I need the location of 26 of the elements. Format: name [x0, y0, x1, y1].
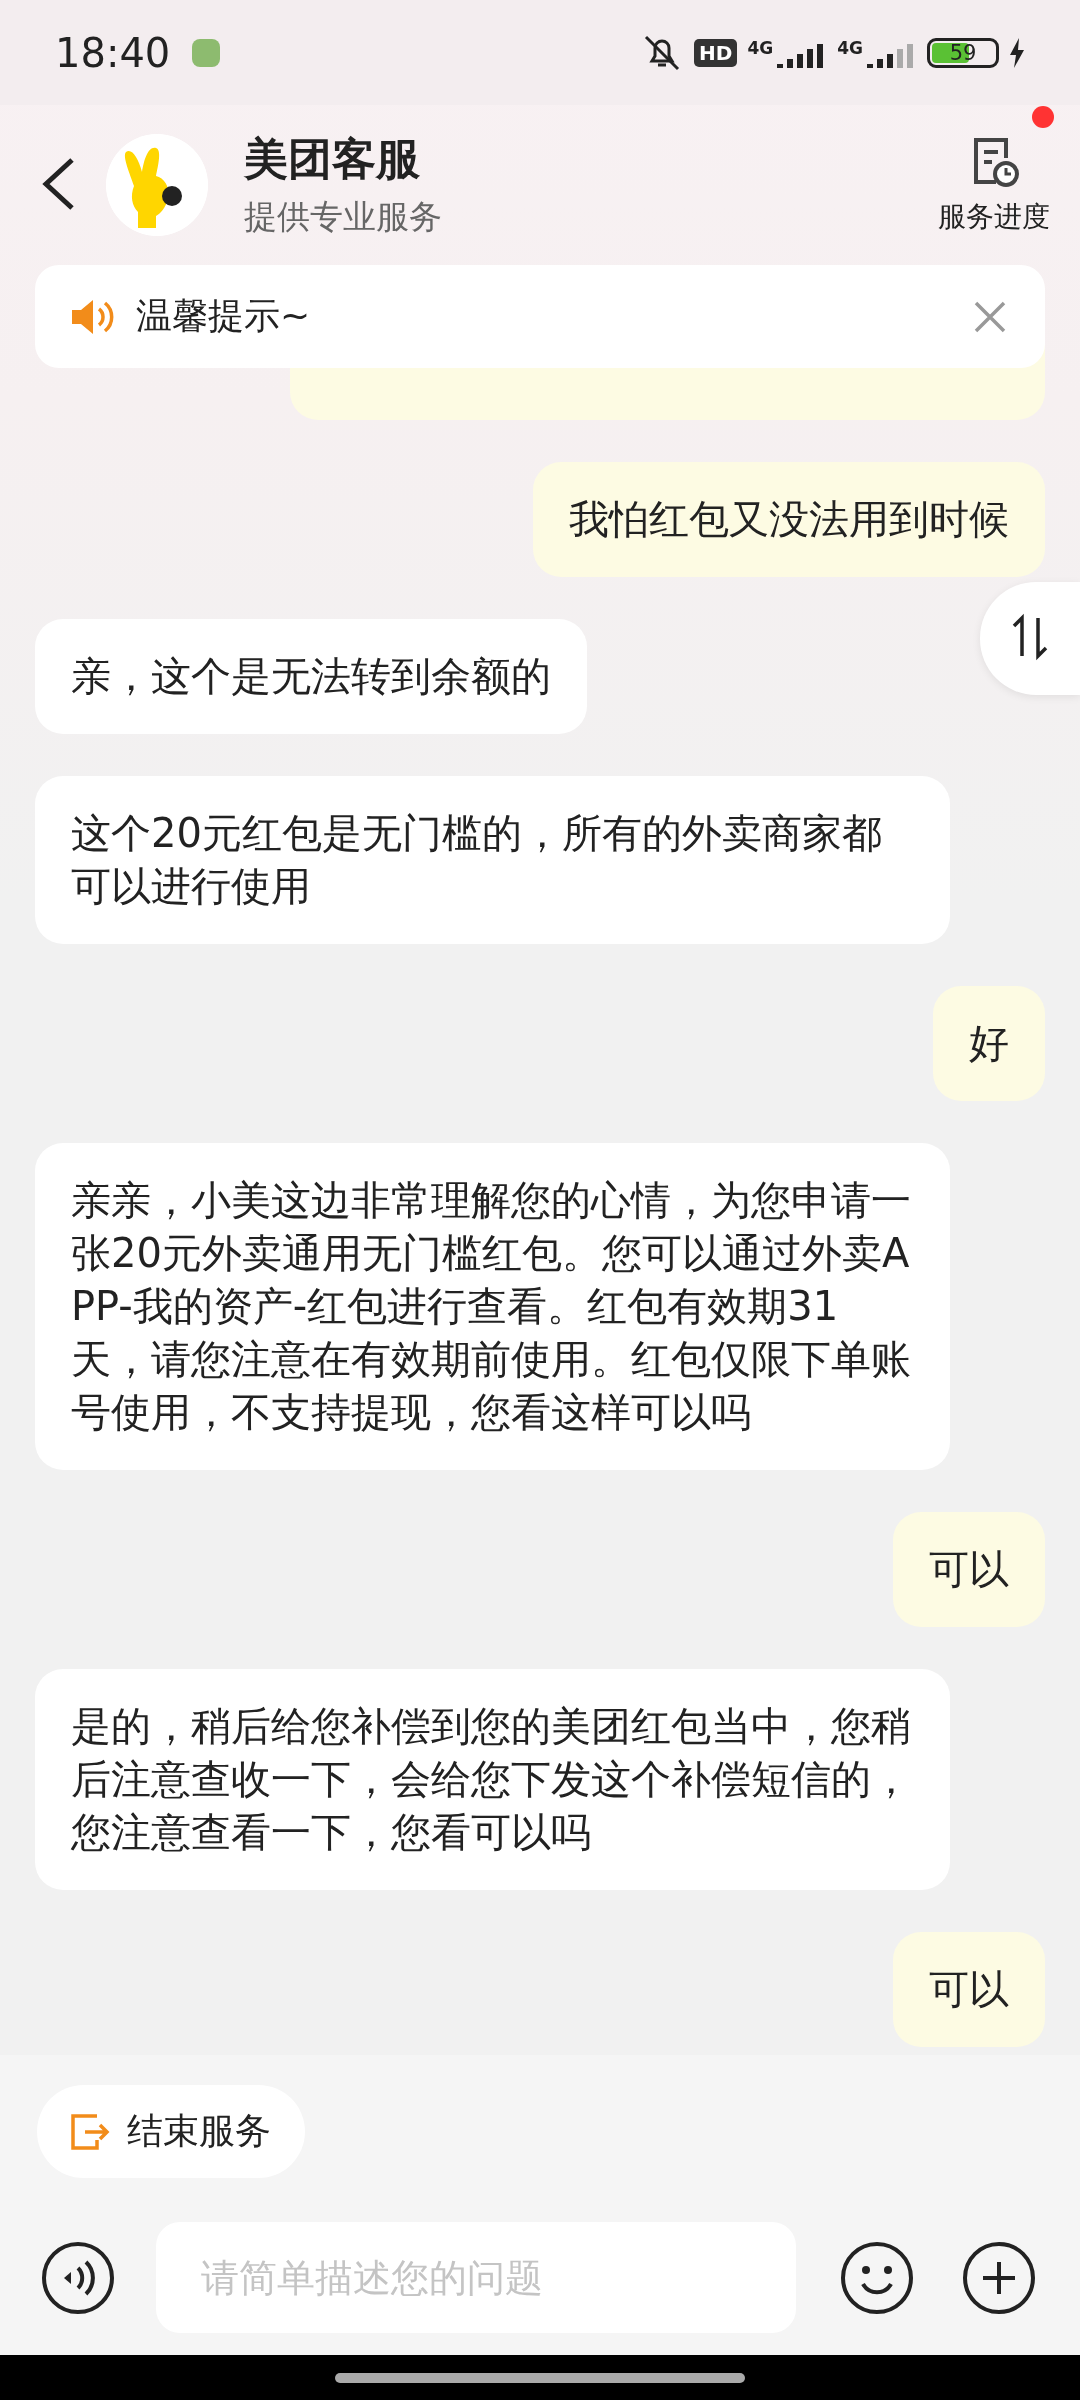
- scroll-toggle-button[interactable]: [980, 582, 1080, 695]
- message-input-field[interactable]: 请简单描述您的问题: [156, 2222, 796, 2333]
- chat-message: 我怕红包又没法用到时候: [533, 462, 1045, 577]
- notice-text: 温馨提示~: [136, 294, 312, 338]
- network-label: 4G: [837, 37, 863, 58]
- chat-message: 是的，稍后给您补偿到您的美团红包当中，您稍后注意查收一下，会给您下发这个补偿短信的，您注意查看一下，您看可以吗: [35, 1669, 950, 1890]
- chat-message: 这个20元红包是无门槛的，所有的外卖商家都可以进行使用: [35, 776, 950, 944]
- chat-message: 好: [933, 986, 1045, 1101]
- voice-input-icon[interactable]: [40, 2239, 116, 2316]
- home-indicator[interactable]: [335, 2372, 745, 2383]
- network-label: 4G: [747, 37, 774, 58]
- chat-message: 亲亲，小美这边非常理解您的心情，为您申请一张20元外卖通用无门槛红包。您可以通过外卖APP-我的资产-红包进行查看。红包有效期31天，请您注意在有效期前使用。红包仅限下单账号使用，不支持提现，您看这样可以吗: [35, 1143, 950, 1470]
- up-down-arrows-icon: [1010, 612, 1050, 662]
- emoji-icon[interactable]: [839, 2239, 915, 2316]
- chat-message: 可以: [893, 1932, 1045, 2047]
- message-notification-icon: [192, 38, 221, 67]
- hd-voice-badge: HD: [694, 38, 738, 67]
- chat-subtitle: 提供专业服务: [244, 196, 443, 238]
- end-service-button[interactable]: 结束服务: [37, 2085, 305, 2178]
- service-progress-button[interactable]: 服务进度: [938, 134, 1050, 236]
- chat-message: 亲，这个是无法转到余额的: [35, 619, 587, 734]
- add-icon[interactable]: [961, 2239, 1037, 2316]
- clock-time: 18:40: [55, 29, 171, 76]
- chat-title: 美团客服: [244, 132, 421, 186]
- notice-banner[interactable]: 温馨提示~: [35, 265, 1045, 368]
- chat-message: 可以: [893, 1512, 1045, 1627]
